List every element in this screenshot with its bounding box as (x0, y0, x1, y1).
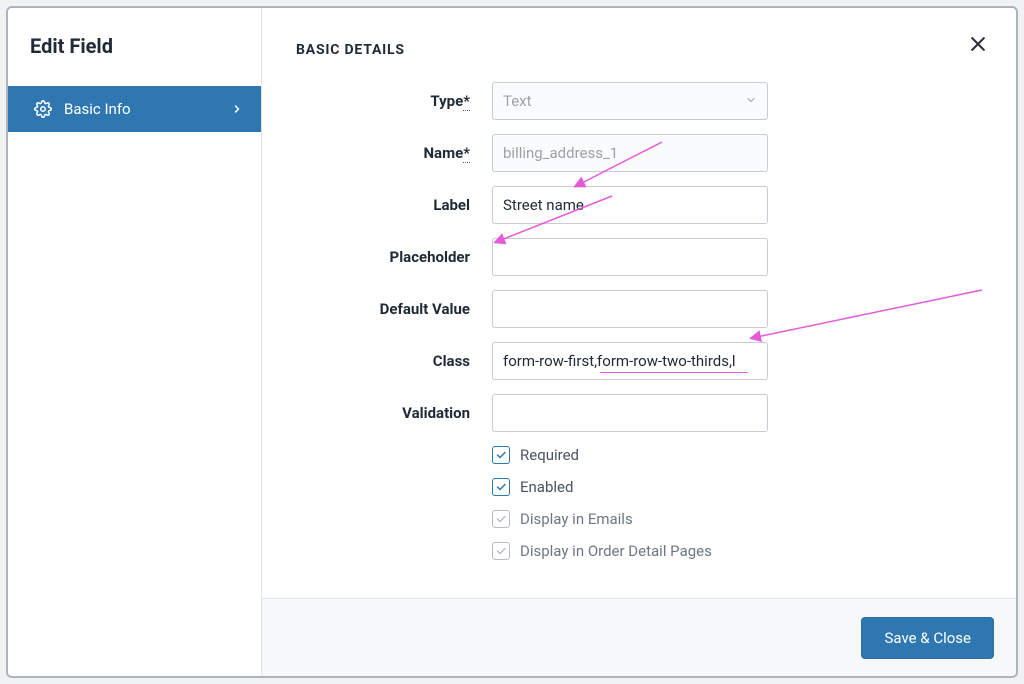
row-type: Type* Text (296, 82, 976, 120)
main-panel: BASIC DETAILS Type* Text Name* (262, 8, 1016, 676)
default-value-input[interactable] (492, 290, 768, 328)
save-and-close-button[interactable]: Save & Close (861, 617, 994, 659)
modal-footer: Save & Close (262, 598, 1016, 676)
placeholder-input[interactable] (492, 238, 768, 276)
check-display-emails: Display in Emails (492, 510, 976, 528)
row-default-value: Default Value (296, 290, 976, 328)
label-class: Class (433, 352, 470, 370)
check-label: Display in Order Detail Pages (520, 542, 712, 560)
row-label: Label (296, 186, 976, 224)
checkbox-icon (492, 446, 510, 464)
gear-icon (34, 100, 52, 118)
type-value: Text (503, 92, 532, 110)
required-marker: * (463, 92, 470, 111)
checkbox-icon (492, 510, 510, 528)
check-required[interactable]: Required (492, 446, 976, 464)
check-display-order-detail: Display in Order Detail Pages (492, 542, 976, 560)
label-placeholder: Placeholder (390, 248, 470, 266)
checkbox-icon (492, 542, 510, 560)
label-input[interactable] (492, 186, 768, 224)
row-placeholder: Placeholder (296, 238, 976, 276)
row-validation: Validation (296, 394, 976, 432)
close-button[interactable] (968, 34, 988, 58)
label-type: Type (430, 92, 463, 110)
checkbox-icon (492, 478, 510, 496)
check-label: Enabled (520, 478, 573, 496)
row-class: Class (296, 342, 976, 380)
name-input[interactable] (492, 134, 768, 172)
label-validation: Validation (402, 404, 470, 422)
check-label: Display in Emails (520, 510, 633, 528)
sidebar-item-label: Basic Info (64, 100, 131, 118)
modal-title: Edit Field (8, 8, 261, 86)
label-name: Name (423, 144, 463, 162)
check-enabled[interactable]: Enabled (492, 478, 976, 496)
type-select[interactable]: Text (492, 82, 768, 120)
row-name: Name* (296, 134, 976, 172)
required-marker: * (463, 144, 470, 163)
chevron-down-icon (745, 92, 757, 110)
chevron-right-icon (231, 103, 243, 115)
edit-field-modal: Edit Field Basic Info BASIC DETAILS Type… (6, 6, 1018, 678)
sidebar: Edit Field Basic Info (8, 8, 262, 676)
label-label: Label (433, 196, 470, 214)
validation-input[interactable] (492, 394, 768, 432)
section-title: BASIC DETAILS (296, 42, 976, 58)
class-input[interactable] (492, 342, 768, 380)
check-label: Required (520, 446, 579, 464)
annotation-underline (600, 372, 748, 373)
sidebar-item-basic-info[interactable]: Basic Info (8, 86, 261, 132)
label-default-value: Default Value (380, 300, 470, 318)
